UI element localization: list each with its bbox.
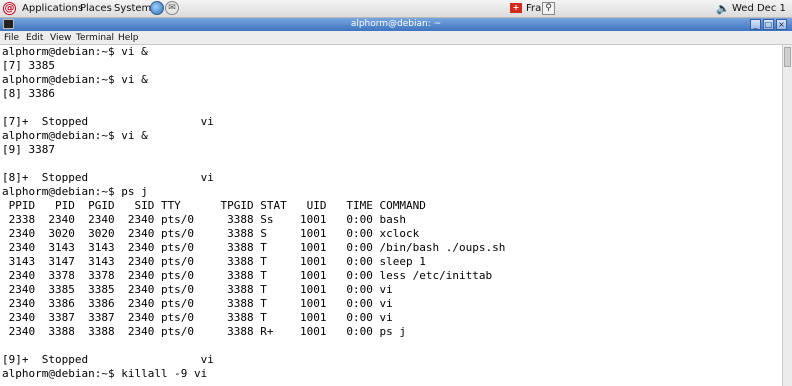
ps-row: 2340 3020 3020 2340 pts/0 3388 S 1001 0:…	[2, 227, 420, 240]
menu-help[interactable]: Help	[118, 31, 139, 45]
top-panel: @ Applications Places System ✉ + Fra ⚲ 🔈…	[0, 0, 792, 18]
menu-terminal[interactable]: Terminal	[76, 31, 114, 45]
close-button[interactable]: ×	[776, 19, 787, 30]
mail-icon[interactable]: ✉	[165, 1, 179, 15]
ps-row: 2340 3388 3388 2340 pts/0 3388 R+ 1001 0…	[2, 325, 406, 338]
menu-view[interactable]: View	[50, 31, 71, 45]
volume-icon[interactable]: 🔈	[716, 1, 730, 17]
keyboard-layout-indicator[interactable]: Fra	[526, 1, 541, 17]
terminal-prompt-line: alphorm@debian:~$ killall -9 vi	[2, 367, 208, 380]
places-menu[interactable]: Places	[80, 1, 112, 17]
ps-row: 2338 2340 2340 2340 pts/0 3388 Ss 1001 0…	[2, 213, 406, 226]
terminal-output[interactable]: alphorm@debian:~$ vi & [7] 3385 alphorm@…	[0, 45, 782, 386]
terminal-line: alphorm@debian:~$ vi &	[2, 129, 148, 142]
terminal-line: alphorm@debian:~$ ps j	[2, 185, 148, 198]
applications-menu[interactable]: Applications	[22, 1, 83, 17]
terminal-line: [7] 3385	[2, 59, 55, 72]
terminal-line: [8] 3386	[2, 87, 55, 100]
maximize-button[interactable]: □	[763, 19, 774, 30]
panel-clock[interactable]: Wed Dec 1	[732, 1, 786, 17]
debian-logo-icon[interactable]: @	[3, 2, 16, 15]
terminal-line: [7]+ Stopped vi	[2, 115, 214, 128]
ps-row: 2340 3385 3385 2340 pts/0 3388 T 1001 0:…	[2, 283, 393, 296]
terminal-line: alphorm@debian:~$ vi &	[2, 73, 148, 86]
ps-row: 2340 3386 3386 2340 pts/0 3388 T 1001 0:…	[2, 297, 393, 310]
search-icon[interactable]: ⚲	[542, 2, 555, 15]
keyboard-flag-icon[interactable]: +	[510, 3, 522, 13]
window-titlebar[interactable]: alphorm@debian: ~ _ □ ×	[0, 18, 792, 31]
menu-edit[interactable]: Edit	[26, 31, 43, 45]
scrollbar-thumb[interactable]	[784, 47, 791, 67]
menubar: File Edit View Terminal Help	[0, 31, 792, 45]
ps-row: 3143 3147 3143 2340 pts/0 3388 T 1001 0:…	[2, 255, 426, 268]
terminal-scrollbar[interactable]	[782, 45, 792, 386]
terminal-line: alphorm@debian:~$ vi &	[2, 45, 148, 58]
ps-row: 2340 3378 3378 2340 pts/0 3388 T 1001 0:…	[2, 269, 493, 282]
ps-header-line: PPID PID PGID SID TTY TPGID STAT UID TIM…	[2, 199, 426, 212]
system-menu[interactable]: System	[114, 1, 151, 17]
window-title: alphorm@debian: ~	[350, 19, 442, 29]
terminal-line: [9]+ Stopped vi	[2, 353, 214, 366]
ps-row: 2340 3387 3387 2340 pts/0 3388 T 1001 0:…	[2, 311, 393, 324]
web-browser-icon[interactable]	[150, 1, 164, 15]
terminal-line: [9] 3387	[2, 143, 55, 156]
minimize-button[interactable]: _	[750, 19, 761, 30]
ps-row: 2340 3143 3143 2340 pts/0 3388 T 1001 0:…	[2, 241, 506, 254]
menu-file[interactable]: File	[4, 31, 19, 45]
terminal-line: [8]+ Stopped vi	[2, 171, 214, 184]
